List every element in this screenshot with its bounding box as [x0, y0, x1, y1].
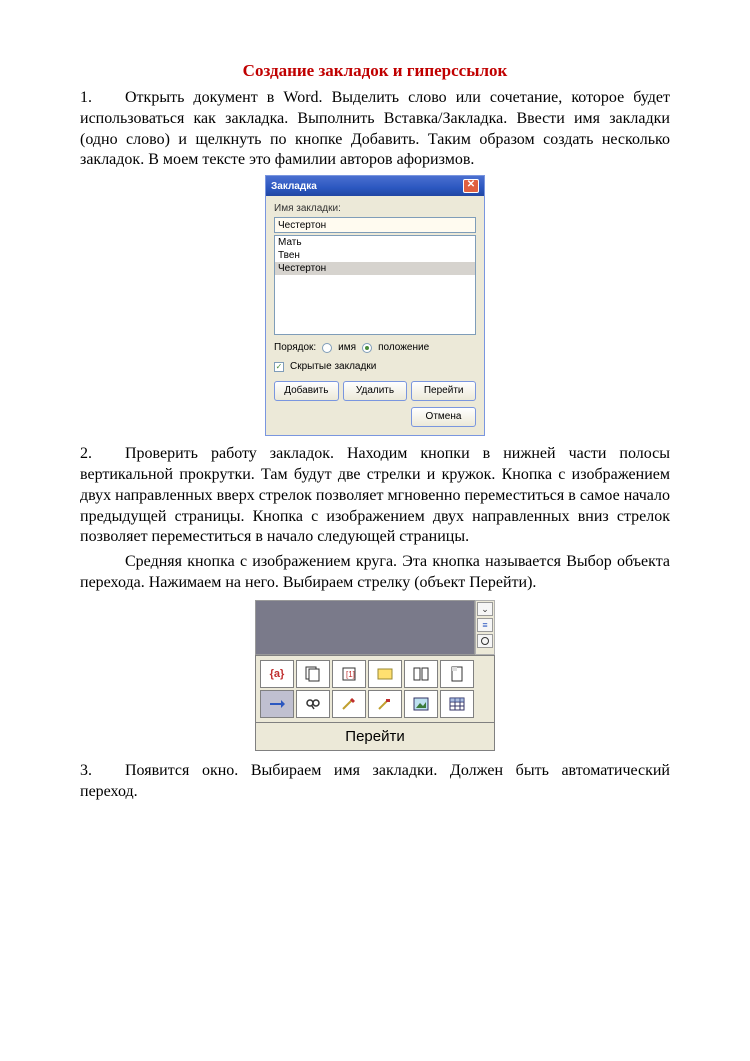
browse-object-panel: ⌄ ≡ {a} [1] Перейти: [255, 600, 495, 752]
radio-position-label: положение: [378, 341, 429, 354]
list-item[interactable]: Твен: [275, 249, 475, 262]
chevron-down-icon[interactable]: ⌄: [477, 602, 493, 616]
bookmark-list[interactable]: Мать Твен Честертон: [274, 235, 476, 335]
step-1-text: Открыть документ в Word. Выделить слово …: [80, 89, 670, 168]
step-2-number: 2.: [80, 444, 125, 465]
comment-icon[interactable]: [368, 660, 402, 688]
step-3-text: Появится окно. Выбираем имя закладки. До…: [80, 762, 670, 800]
cancel-button[interactable]: Отмена: [411, 407, 476, 427]
step-2-text: Проверить работу закладок. Находим кнопк…: [80, 445, 670, 545]
add-button[interactable]: Добавить: [274, 381, 339, 401]
field-icon[interactable]: {a}: [260, 660, 294, 688]
radio-name-label: имя: [338, 341, 356, 354]
find-icon[interactable]: [296, 690, 330, 718]
list-item[interactable]: Мать: [275, 236, 475, 249]
browse-icon-grid: {a} [1]: [255, 655, 495, 723]
dialog-titlebar: Закладка ✕: [266, 176, 484, 196]
step-2: 2.Проверить работу закладок. Находим кно…: [80, 444, 670, 548]
bookmark-name-input[interactable]: [274, 217, 476, 233]
graphic-icon[interactable]: [404, 690, 438, 718]
endnote-icon[interactable]: [1]: [332, 660, 366, 688]
radio-position[interactable]: [362, 343, 372, 353]
table-icon[interactable]: [440, 690, 474, 718]
document-preview-area: [255, 600, 475, 655]
bookmark-dialog: Закладка ✕ Имя закладки: Мать Твен Честе…: [265, 175, 485, 436]
scrollbar-strip: ⌄ ≡: [475, 600, 495, 655]
close-icon[interactable]: ✕: [463, 179, 479, 193]
hidden-bookmarks-label: Скрытые закладки: [290, 360, 376, 373]
delete-button[interactable]: Удалить: [343, 381, 408, 401]
list-item[interactable]: Честертон: [275, 262, 475, 275]
step-3-number: 3.: [80, 761, 125, 782]
double-up-arrow-icon[interactable]: ≡: [477, 618, 493, 632]
bookmark-name-label: Имя закладки:: [274, 202, 476, 215]
heading-icon[interactable]: [368, 690, 402, 718]
order-label: Порядок:: [274, 341, 316, 354]
browse-label: Перейти: [255, 723, 495, 752]
svg-text:[1]: [1]: [346, 670, 355, 679]
radio-name[interactable]: [322, 343, 332, 353]
step-1: 1.Открыть документ в Word. Выделить слов…: [80, 88, 670, 171]
step-2-extra: Средняя кнопка с изображением круга. Эта…: [80, 552, 670, 594]
goto-arrow-icon[interactable]: [260, 690, 294, 718]
section-icon[interactable]: [404, 660, 438, 688]
hidden-bookmarks-checkbox[interactable]: [274, 362, 284, 372]
goto-button[interactable]: Перейти: [411, 381, 476, 401]
document-title: Создание закладок и гиперссылок: [80, 60, 670, 82]
dialog-title: Закладка: [271, 180, 317, 193]
page-icon[interactable]: [440, 660, 474, 688]
browse-object-circle-icon[interactable]: [477, 634, 493, 648]
pages-icon[interactable]: [296, 660, 330, 688]
step-1-number: 1.: [80, 88, 125, 109]
edits-icon[interactable]: [332, 690, 366, 718]
step-3: 3.Появится окно. Выбираем имя закладки. …: [80, 761, 670, 803]
